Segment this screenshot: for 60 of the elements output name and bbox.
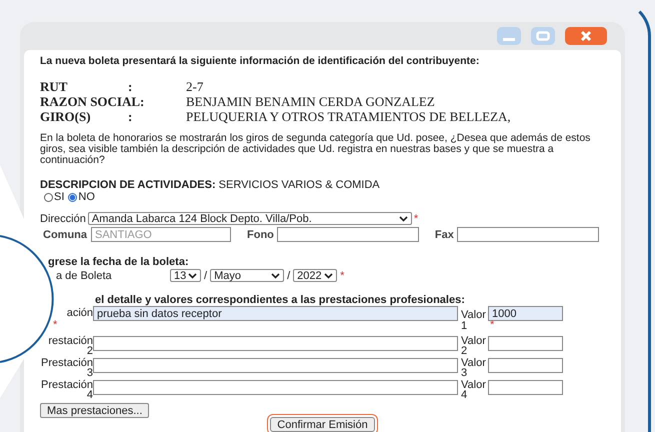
- field-label: Valor 2: [461, 336, 487, 356]
- required-mark: *: [414, 212, 418, 224]
- intro-text: La nueva boleta presentará la siguiente información de identificación del contribuyente:: [40, 55, 480, 67]
- chevron-icon: [398, 216, 408, 222]
- question-text: En la boleta de honorarios se mostrarán los giros de segunda categoría que Ud. posee, ¿Desea que además de estos giros, sea visible también la descripción de actividades que Ud. registra en nuestras bases y que se muestra a continuación?: [40, 133, 592, 166]
- day-select[interactable]: 13: [170, 269, 201, 282]
- field-label: RUT: [40, 79, 68, 94]
- field-label: RAZON SOCIAL:: [40, 94, 146, 109]
- field-label: a de Boleta: [55, 270, 113, 282]
- phone-field[interactable]: [276, 227, 419, 242]
- chevron-icon: [188, 272, 197, 278]
- section-heading: el detalle y valores correspondientes a las prestaciones profesionales:: [95, 294, 466, 306]
- field-label: Valor 3: [461, 358, 487, 378]
- service-field[interactable]: [93, 336, 458, 351]
- minimize-icon: [503, 38, 515, 41]
- field-label: Valor 4: [461, 380, 487, 400]
- field-label: Valor 1: [461, 310, 487, 332]
- close-icon: [580, 30, 592, 42]
- radio-label: SI: [54, 191, 64, 203]
- colon: :: [128, 109, 132, 124]
- month-select[interactable]: Mayo: [210, 269, 284, 282]
- field-label: Fono: [247, 228, 274, 240]
- amount-field[interactable]: 1000: [488, 306, 563, 321]
- field-value: PELUQUERIA Y OTROS TRATAMIENTOS DE BELLEZA,: [186, 109, 512, 124]
- field-label: Comuna: [43, 228, 87, 240]
- amount-field[interactable]: [488, 336, 563, 351]
- confirm-button[interactable]: Confirmar Emisión: [270, 417, 375, 432]
- chevron-icon: [271, 272, 280, 278]
- radio-button[interactable]: [68, 192, 78, 202]
- field-label: Prestación 3: [41, 357, 93, 379]
- field-label: Dirección: [40, 212, 86, 224]
- field-label: ación: [66, 307, 93, 319]
- amount-field[interactable]: [488, 358, 563, 373]
- required-mark: *: [53, 319, 58, 331]
- service-field[interactable]: [93, 358, 458, 373]
- service-field[interactable]: prueba sin datos receptor: [93, 306, 458, 321]
- maximize-icon: [536, 31, 550, 41]
- year-select[interactable]: 2022: [293, 269, 338, 282]
- radio-label: NO: [78, 191, 95, 203]
- required-mark: *: [340, 270, 344, 282]
- field-label: Fax: [434, 228, 454, 240]
- radio-button[interactable]: [44, 192, 53, 202]
- date-separator: /: [204, 270, 208, 282]
- amount-field[interactable]: [488, 380, 563, 395]
- field-label: GIRO(S): [40, 109, 92, 124]
- fax-field[interactable]: [456, 227, 599, 242]
- field-label: restación 2: [48, 335, 93, 357]
- more-services-button[interactable]: Mas prestaciones...: [40, 403, 150, 418]
- chevron-icon: [324, 272, 334, 278]
- section-heading: grese la fecha de la boleta:: [48, 256, 190, 268]
- activities-text: DESCRIPCION DE ACTIVIDADES: SERVICIOS VARIOS & COMIDA: [40, 179, 381, 191]
- address-select[interactable]: Amanda Labarca 124 Block Depto. Villa/Pob.: [88, 212, 412, 225]
- service-field[interactable]: [93, 380, 458, 395]
- field-value: BENJAMIN BENAMIN CERDA GONZALEZ: [186, 94, 436, 109]
- field-value: 2-7: [186, 79, 204, 94]
- close-button[interactable]: [565, 27, 607, 45]
- required-mark: *: [490, 319, 494, 331]
- colon: :: [128, 79, 132, 94]
- field-label: Prestación 4: [41, 379, 93, 401]
- date-separator: /: [287, 270, 290, 282]
